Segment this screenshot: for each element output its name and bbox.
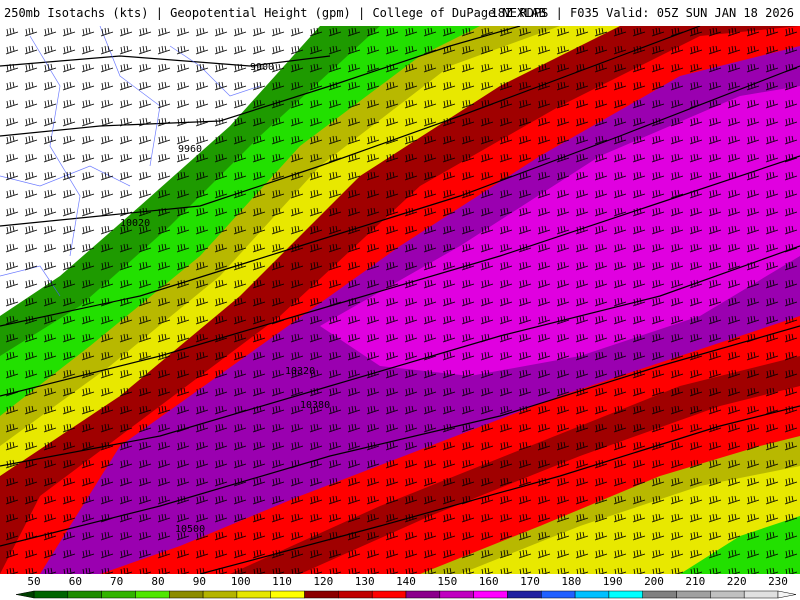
colorbar-swatch <box>338 590 373 599</box>
model-run-title: 18Z RDPS | F035 Valid: 05Z SUN JAN 18 20… <box>490 6 794 20</box>
colorbar-tick-label: 70 <box>110 575 123 588</box>
header: 250mb Isotachs (kts) | Geopotential Heig… <box>0 0 800 26</box>
contour-label-10500: 10500 <box>175 524 205 535</box>
colorbar-swatch <box>473 590 508 599</box>
colorbar-tick-label: 170 <box>520 575 540 588</box>
contour-label-9900: 9900 <box>250 62 274 73</box>
colorbar-swatch <box>169 590 204 599</box>
colorbar-tick-label: 220 <box>727 575 747 588</box>
colorbar-tick-label: 110 <box>272 575 292 588</box>
colorbar-swatch <box>270 590 305 599</box>
colorbar-tick-label: 200 <box>644 575 664 588</box>
colorbar-swatch <box>642 590 677 599</box>
colorbar-tick-label: 120 <box>313 575 333 588</box>
colorbar-swatch <box>405 590 441 599</box>
colorbar-tick-label: 90 <box>193 575 206 588</box>
colorbar-tick-label: 50 <box>27 575 40 588</box>
colorbar-tick-label: 230 <box>768 575 788 588</box>
colorbar-swatch <box>202 590 238 599</box>
colorbar-right-arrow <box>777 590 797 599</box>
colorbar-left-arrow <box>15 590 35 599</box>
colorbar-swatch <box>33 590 69 599</box>
colorbar-tick-label: 180 <box>561 575 581 588</box>
colorbar-swatch <box>101 590 136 599</box>
colorbar-swatch <box>608 590 643 599</box>
colorbar-swatch <box>710 590 745 599</box>
colorbar-tick-label: 210 <box>685 575 705 588</box>
colorbar-swatch <box>574 590 610 599</box>
colorbar-swatch <box>507 590 542 599</box>
colorbar-swatch <box>541 590 576 599</box>
colorbar-tick-label: 150 <box>437 575 457 588</box>
colorbar-tick-label: 190 <box>603 575 623 588</box>
contour-label-10320: 10320 <box>285 366 315 377</box>
weather-map: 9900 9960 10020 10320 10380 10500 <box>0 26 800 574</box>
contour-label-9960: 9960 <box>178 144 202 155</box>
colorbar-tick-label: 130 <box>355 575 375 588</box>
colorbar-swatch <box>743 590 779 599</box>
colorbar: 50 60 70 80 90 100 110 120 130 140 150 160 170 180 190… <box>0 574 800 600</box>
colorbar-swatch <box>67 590 102 599</box>
colorbar-tick-label: 100 <box>231 575 251 588</box>
colorbar-swatch <box>135 590 170 599</box>
colorbar-swatch <box>304 590 339 599</box>
contour-label-10020: 10020 <box>120 218 150 229</box>
colorbar-tick-label: 140 <box>396 575 416 588</box>
colorbar-swatch <box>439 590 474 599</box>
colorbar-swatch <box>371 590 407 599</box>
colorbar-swatch <box>676 590 711 599</box>
contour-label-10380: 10380 <box>300 400 330 411</box>
colorbar-swatch <box>236 590 271 599</box>
colorbar-tick-label: 80 <box>151 575 164 588</box>
colorbar-tick-label: 60 <box>69 575 82 588</box>
product-title: 250mb Isotachs (kts) | Geopotential Heig… <box>4 6 546 20</box>
colorbar-tick-label: 160 <box>479 575 499 588</box>
